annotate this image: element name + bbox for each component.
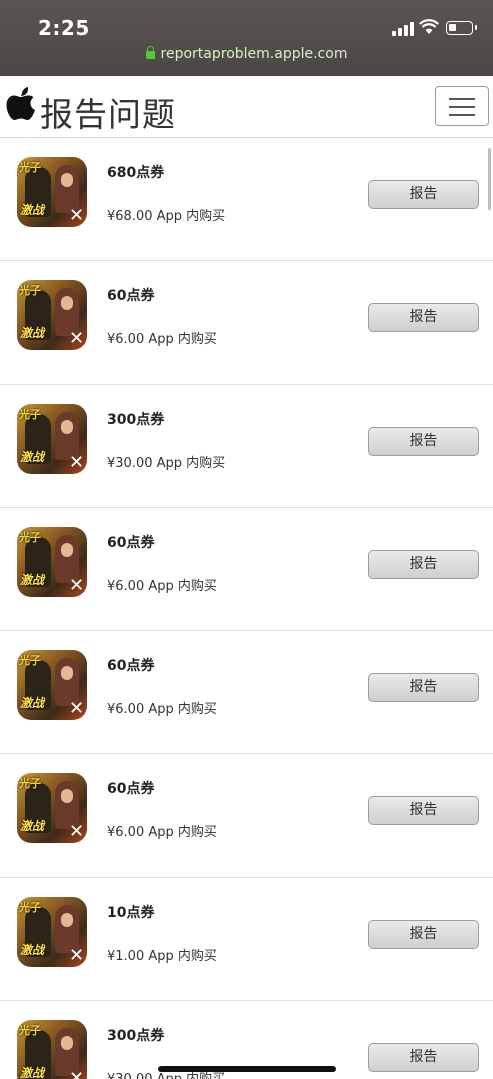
report-button[interactable]: 报告 <box>368 919 479 949</box>
app-icon-label-top: 光子 <box>19 161 41 174</box>
app-icon: 光子 激战 ✕ <box>17 896 87 967</box>
site-header: 报告问题 <box>0 76 493 138</box>
item-price: ¥1.00 App 内购买 <box>107 948 217 964</box>
item-name: 10点券 <box>107 904 155 921</box>
app-icon-label-top: 光子 <box>19 777 41 791</box>
purchase-row: 光子 激战 ✕ 680点券 ¥68.00 App 内购买 报告 <box>0 138 493 262</box>
item-price: ¥6.00 App 内购买 <box>107 332 217 348</box>
item-name: 60点券 <box>107 658 155 675</box>
hamburger-menu-button[interactable] <box>435 86 489 126</box>
battery-icon <box>446 21 477 35</box>
app-icon-label-bottom: 激战 <box>20 1066 45 1079</box>
app-icon-label-bottom: 激战 <box>20 819 45 834</box>
app-icon: 光子 激战 ✕ <box>17 157 87 227</box>
status-bar: 2:25 reportaproblem.apple.com <box>0 0 493 76</box>
item-name: 680点券 <box>107 165 165 181</box>
home-indicator[interactable] <box>158 1066 336 1072</box>
purchase-row: 光子 激战 ✕ 60点券 ¥6.00 App 内购买 报告 <box>0 508 493 632</box>
address-bar[interactable]: reportaproblem.apple.com <box>0 46 493 68</box>
lock-icon <box>145 46 155 59</box>
report-button[interactable]: 报告 <box>368 673 479 703</box>
app-icon-label-top: 光子 <box>19 284 41 298</box>
item-price: ¥6.00 App 内购买 <box>107 578 217 594</box>
item-name: 60点券 <box>107 288 155 305</box>
app-icon: 光子 激战 ✕ <box>17 773 87 844</box>
item-name: 300点券 <box>107 1028 165 1045</box>
page-title: 报告问题 <box>40 95 176 134</box>
app-icon-mark: ✕ <box>69 1068 85 1079</box>
app-icon-mark: ✕ <box>69 451 85 473</box>
report-button[interactable]: 报告 <box>368 549 479 579</box>
app-icon-mark: ✕ <box>69 574 85 596</box>
signal-icon <box>392 22 416 36</box>
app-icon-mark: ✕ <box>69 205 85 226</box>
apple-logo-icon[interactable] <box>6 86 36 122</box>
item-name: 300点券 <box>107 411 165 428</box>
app-icon-label-bottom: 激战 <box>20 326 45 341</box>
item-price: ¥6.00 App 内购买 <box>107 702 217 718</box>
app-icon-mark: ✕ <box>69 328 85 350</box>
report-button[interactable]: 报告 <box>368 1043 479 1073</box>
status-time: 2:25 <box>38 16 90 40</box>
item-name: 60点券 <box>107 781 155 798</box>
item-price: ¥30.00 App 内购买 <box>107 455 226 471</box>
report-button[interactable]: 报告 <box>368 426 479 456</box>
purchase-row: 光子 激战 ✕ 60点券 ¥6.00 App 内购买 报告 <box>0 631 493 755</box>
wifi-icon <box>419 19 439 34</box>
purchase-row: 光子 激战 ✕ 60点券 ¥6.00 App 内购买 报告 <box>0 261 493 385</box>
report-button[interactable]: 报告 <box>368 303 479 333</box>
app-icon: 光子 激战 ✕ <box>17 526 87 597</box>
app-icon-label-top: 光子 <box>19 530 41 544</box>
app-icon: 光子 激战 ✕ <box>17 1020 87 1079</box>
purchase-row: 光子 激战 ✕ 10点券 ¥1.00 App 内购买 报告 <box>0 878 493 1002</box>
app-icon-mark: ✕ <box>69 698 85 720</box>
item-name: 60点券 <box>107 534 155 551</box>
purchase-row: 光子 激战 ✕ 60点券 ¥6.00 App 内购买 报告 <box>0 754 493 878</box>
purchase-row: 光子 激战 ✕ 300点券 ¥30.00 App 内购买 报告 <box>0 385 493 508</box>
app-icon-label-top: 光子 <box>19 654 41 668</box>
url-text: reportaproblem.apple.com <box>160 46 348 62</box>
scrollbar[interactable] <box>488 148 491 210</box>
app-icon: 光子 激战 ✕ <box>17 650 87 721</box>
app-icon-label-bottom: 激战 <box>20 696 45 711</box>
app-icon-label-bottom: 激战 <box>20 203 45 217</box>
app-icon-label-bottom: 激战 <box>20 572 45 587</box>
app-icon-label-bottom: 激战 <box>20 449 45 464</box>
app-icon-label-top: 光子 <box>19 1024 41 1038</box>
app-icon-mark: ✕ <box>69 944 85 966</box>
app-icon: 光子 激战 ✕ <box>17 280 87 351</box>
app-icon-mark: ✕ <box>69 821 85 843</box>
report-button[interactable]: 报告 <box>368 796 479 826</box>
app-icon-label-bottom: 激战 <box>20 942 45 957</box>
item-price: ¥6.00 App 内购买 <box>107 825 217 841</box>
app-icon-label-top: 光子 <box>19 900 41 914</box>
app-icon: 光子 激战 ✕ <box>17 403 87 474</box>
app-icon-label-top: 光子 <box>19 407 41 421</box>
purchase-list: 光子 激战 ✕ 680点券 ¥68.00 App 内购买 报告 光子 激战 ✕ … <box>0 138 493 1079</box>
item-price: ¥68.00 App 内购买 <box>107 209 226 224</box>
report-button[interactable]: 报告 <box>368 180 479 209</box>
